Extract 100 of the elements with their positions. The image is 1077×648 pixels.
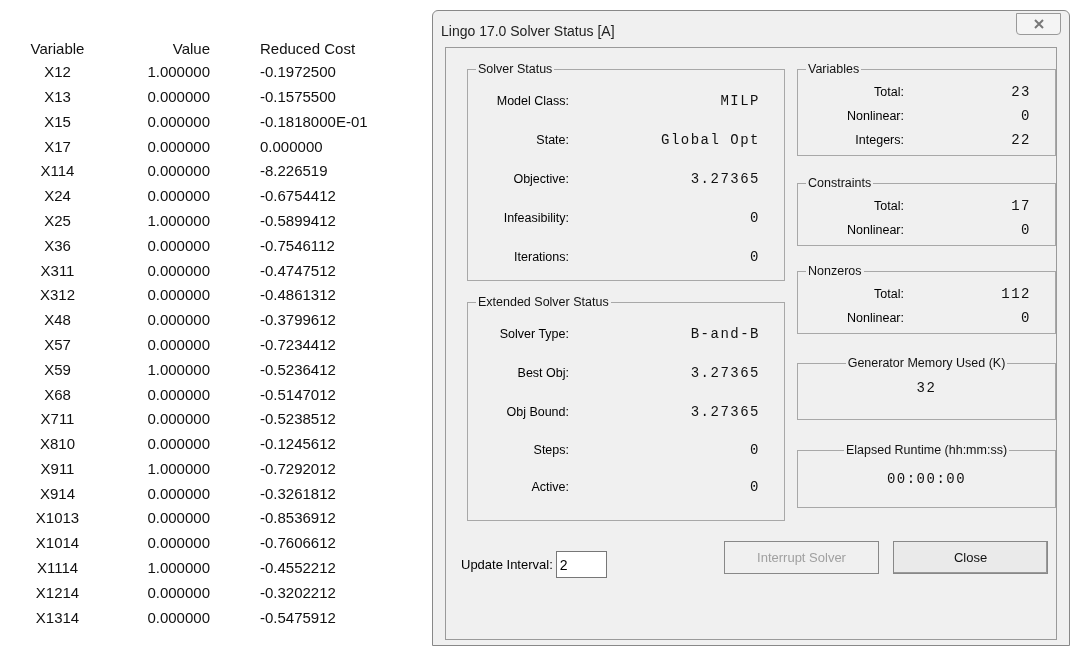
table-cell: X12 [44, 63, 71, 81]
table-cell: -0.8536912 [260, 509, 336, 527]
field-value: 0 [1021, 309, 1031, 326]
field-value: 17 [1011, 197, 1031, 214]
table-cell: -0.1818000E-01 [260, 112, 368, 130]
table-cell: X312 [39, 286, 75, 304]
field-value: 0 [1021, 221, 1031, 238]
table-cell: 0.000000 [147, 484, 210, 502]
table-cell: -0.5238512 [260, 410, 336, 428]
table-cell: -0.1972500 [260, 63, 336, 81]
field-label: Total: [874, 84, 904, 99]
field-value: 0 [750, 210, 760, 227]
table-cell: 0.000000 [147, 435, 210, 453]
table-cell: 0.000000 [147, 509, 210, 527]
table-cell: -0.7606612 [260, 534, 336, 552]
table-cell: X810 [39, 435, 75, 453]
table-cell: X68 [44, 385, 71, 403]
table-cell: -0.3261812 [260, 484, 336, 502]
field-value: Global Opt [661, 132, 760, 149]
group-title: Generator Memory Used (K) [846, 355, 1007, 372]
table-cell: X24 [44, 187, 71, 205]
table-cell: X911 [40, 459, 75, 477]
group-title: Variables [807, 61, 861, 78]
table-cell: -0.5899412 [260, 211, 336, 229]
field-label: Active: [531, 480, 569, 495]
field-value: 23 [1011, 83, 1031, 100]
field-label: Model Class: [496, 94, 569, 109]
field-label: Solver Type: [499, 327, 569, 342]
table-cell: 0.000000 [147, 335, 210, 353]
field-label: Update Interval: [461, 555, 553, 574]
field-label: Nonlinear: [847, 108, 904, 123]
table-cell: X59 [44, 360, 71, 378]
table-cell: X57 [44, 335, 71, 353]
field-value: 112 [1001, 285, 1031, 302]
group-title: Extended Solver Status [477, 294, 610, 311]
close-icon [1032, 19, 1045, 29]
close-button[interactable] [1016, 13, 1061, 35]
table-cell: 0.000000 [147, 608, 210, 626]
field-label: Infeasibility: [503, 211, 569, 226]
column-header: Variable [30, 39, 85, 57]
field-label: Total: [874, 286, 904, 301]
table-cell: 0.000000 [147, 87, 210, 105]
table-cell: 0.000000 [147, 187, 210, 205]
table-cell: -0.5147012 [260, 385, 336, 403]
field-value: 3.27365 [690, 365, 760, 382]
table-cell: X36 [44, 236, 71, 254]
field-value: 0 [1021, 107, 1031, 124]
table-cell: X17 [44, 137, 71, 155]
field-label: Nonlinear: [847, 222, 904, 237]
table-cell: -8.226519 [260, 162, 328, 180]
column-header: Reduced Cost [260, 39, 356, 57]
table-cell: 0.000000 [147, 286, 210, 304]
group-title: Nonzeros [807, 263, 863, 280]
field-value: 22 [1011, 131, 1031, 148]
table-cell: X15 [44, 112, 71, 130]
table-cell: -0.3799612 [260, 311, 336, 329]
column-header: Value [172, 39, 210, 57]
table-cell: X1013 [35, 509, 80, 527]
field-value: 0 [750, 442, 760, 459]
dialog-button[interactable]: Close [893, 541, 1048, 574]
table-cell: X311 [40, 261, 75, 279]
table-cell: X13 [44, 87, 71, 105]
field-value: 3.27365 [690, 171, 760, 188]
field-value: 0 [750, 249, 760, 266]
field-label: Obj Bound: [506, 405, 569, 420]
table-cell: -0.4861312 [260, 286, 336, 304]
table-cell: X1314 [35, 608, 80, 626]
table-cell: X914 [39, 484, 75, 502]
field-label: State: [536, 133, 569, 148]
table-cell: -0.1575500 [260, 87, 336, 105]
table-cell: 1.000000 [147, 360, 210, 378]
table-cell: 0.000000 [260, 137, 323, 155]
table-cell: X25 [44, 211, 71, 229]
table-cell: -0.4747512 [260, 261, 336, 279]
table-cell: -0.3202212 [260, 583, 336, 601]
table-cell: X48 [44, 311, 71, 329]
table-cell: X114 [40, 162, 75, 180]
field-label: Total: [874, 198, 904, 213]
table-cell: 0.000000 [147, 112, 210, 130]
table-cell: 0.000000 [147, 236, 210, 254]
table-cell: 1.000000 [147, 63, 210, 81]
table-cell: 1.000000 [147, 211, 210, 229]
table-cell: 0.000000 [147, 410, 210, 428]
field-label: Integers: [855, 132, 904, 147]
table-cell: 0.000000 [147, 311, 210, 329]
field-label: Objective: [513, 172, 569, 187]
table-cell: -0.7234412 [260, 335, 336, 353]
group-title: Elapsed Runtime (hh:mm:ss) [844, 442, 1009, 459]
table-cell: -0.7546112 [260, 236, 335, 254]
window-title: Lingo 17.0 Solver Status [A] [441, 21, 615, 41]
field-label: Steps: [533, 443, 569, 458]
table-cell: -0.1245612 [260, 435, 336, 453]
field-value: MILP [720, 93, 760, 110]
table-cell: 1.000000 [147, 459, 210, 477]
field-label: Nonlinear: [847, 310, 904, 325]
table-cell: 0.000000 [147, 137, 210, 155]
table-cell: 0.000000 [147, 162, 210, 180]
table-cell: -0.5236412 [260, 360, 336, 378]
input-field[interactable]: 2 [555, 551, 607, 578]
field-value: B-and-B [690, 326, 760, 343]
